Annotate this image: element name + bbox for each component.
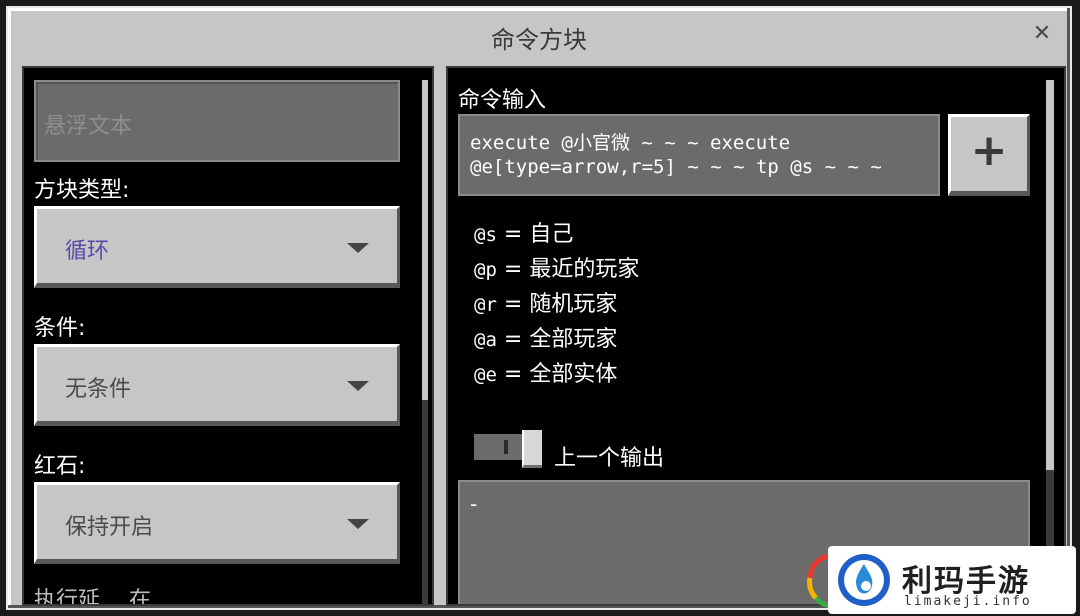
left-scrollbar[interactable]: [422, 80, 428, 604]
add-command-button[interactable]: +: [948, 114, 1030, 196]
previous-output-value: -: [470, 492, 478, 516]
selector-row: @e = 全部实体: [474, 362, 618, 387]
watermark-url: limakeji.info: [904, 594, 1032, 609]
condition-label: 条件:: [34, 316, 86, 341]
chevron-down-icon: [347, 243, 369, 253]
hover-text-placeholder: 悬浮文本: [44, 114, 133, 139]
command-panel: 命令输入 execute @小官微 ~ ~ ~ execute @e[type=…: [446, 66, 1066, 606]
selector-row: @p = 最近的玩家: [474, 257, 640, 282]
redstone-value: 保持开启: [65, 515, 154, 540]
block-type-value: 循环: [65, 239, 110, 264]
close-icon[interactable]: ✕: [1030, 22, 1054, 46]
hover-text-input[interactable]: 悬浮文本: [34, 80, 400, 162]
command-input-label: 命令输入: [458, 88, 547, 113]
redstone-label: 红石:: [34, 454, 86, 479]
toggle-mark: [504, 440, 508, 454]
command-block-window: 命令方块 ✕ 悬浮文本 方块类型: 循环 条件: 无条件 红石: 保持开启 执行…: [6, 6, 1072, 610]
block-type-dropdown[interactable]: 循环: [34, 206, 400, 288]
right-scrollbar-thumb[interactable]: [1046, 80, 1054, 470]
redstone-dropdown[interactable]: 保持开启: [34, 482, 400, 564]
condition-dropdown[interactable]: 无条件: [34, 344, 400, 426]
command-input[interactable]: execute @小官微 ~ ~ ~ execute @e[type=arrow…: [458, 114, 940, 196]
selector-row: @a = 全部玩家: [474, 327, 618, 352]
command-line-1: execute @小官微 ~ ~ ~ execute: [470, 132, 791, 154]
delay-label: 执行延… 在… …: [34, 588, 202, 606]
condition-value: 无条件: [65, 377, 132, 402]
command-line-2: @e[type=arrow,r=5] ~ ~ ~ tp @s ~ ~ ~: [470, 156, 882, 178]
previous-output-label: 上一个输出: [554, 446, 665, 471]
selector-row: @r = 随机玩家: [474, 292, 618, 317]
selector-row: @s = 自己: [474, 222, 574, 247]
previous-output-toggle[interactable]: [474, 430, 544, 468]
chevron-down-icon: [347, 519, 369, 529]
plus-icon: +: [970, 125, 1008, 176]
window-title: 命令方块: [491, 26, 587, 54]
toggle-knob[interactable]: [522, 430, 542, 468]
watermark: 利玛手游 limakeji.info: [828, 546, 1076, 614]
right-scrollbar[interactable]: [1046, 80, 1054, 604]
left-scrollbar-thumb[interactable]: [422, 80, 428, 400]
watermark-logo-icon: [838, 554, 890, 606]
chevron-down-icon: [347, 381, 369, 391]
block-type-label: 方块类型:: [34, 178, 130, 203]
settings-panel: 悬浮文本 方块类型: 循环 条件: 无条件 红石: 保持开启 执行延… 在… …: [22, 66, 434, 606]
